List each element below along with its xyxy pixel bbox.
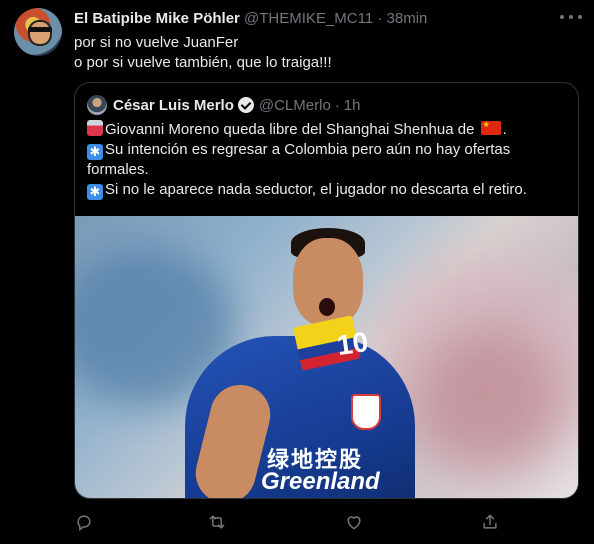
tweet-text-line: por si no vuelve JuanFer [74, 34, 239, 51]
display-name[interactable]: El Batipibe Mike Pöhler [74, 10, 240, 27]
quoted-line: formales. [87, 161, 149, 178]
separator: · [377, 10, 383, 27]
more-icon[interactable] [560, 10, 582, 24]
photo-background [415, 326, 565, 476]
club-crest [351, 394, 381, 430]
reply-icon[interactable] [74, 512, 94, 532]
china-flag-emoji-icon [480, 120, 501, 135]
avatar-glasses [28, 27, 52, 32]
quoted-separator: · [334, 96, 340, 114]
tweet-header: El Batipibe Mike Pöhler @THEMIKE_MC11 · … [74, 10, 427, 27]
quoted-line-period: . [502, 121, 507, 138]
tweet-text: por si no vuelve JuanFer o por si vuelve… [74, 33, 332, 73]
quoted-line: Giovanni Moreno queda libre del Shanghai… [87, 120, 567, 140]
shirt-sponsor-en: Greenland [261, 468, 380, 495]
quoted-text: Giovanni Moreno queda libre del Shanghai… [87, 120, 567, 200]
handle[interactable]: @THEMIKE_MC11 [244, 10, 373, 27]
siren-emoji-icon [87, 120, 103, 136]
tweet[interactable]: El Batipibe Mike Pöhler @THEMIKE_MC11 · … [0, 0, 594, 544]
quoted-line-text: Giovanni Moreno queda libre del Shanghai… [105, 121, 479, 138]
timestamp[interactable]: 38min [387, 10, 428, 27]
verified-badge-icon [237, 97, 254, 113]
quoted-line: ✱ Su intención es regresar a Colombia per… [87, 140, 567, 160]
quoted-avatar[interactable] [87, 95, 107, 115]
quoted-photo[interactable]: 10 绿地控股 Greenland [75, 216, 578, 498]
asterisk-emoji-icon: ✱ [87, 184, 103, 200]
quoted-line-text: Si no le aparece nada seductor, el jugad… [105, 181, 527, 198]
tweet-text-line: o por si vuelve también, que lo traiga!!… [74, 54, 332, 71]
player-mouth [319, 298, 335, 316]
quoted-header: César Luis Merlo @CLMerlo · 1h [87, 95, 360, 115]
tweet-actions [74, 512, 498, 532]
quoted-tweet[interactable]: César Luis Merlo @CLMerlo · 1h Giovanni … [74, 82, 579, 499]
quoted-handle[interactable]: @CLMerlo [259, 97, 331, 114]
quoted-display-name[interactable]: César Luis Merlo [113, 97, 234, 114]
quoted-line-text: Su intención es regresar a Colombia pero… [105, 141, 511, 158]
asterisk-emoji-icon: ✱ [87, 144, 103, 160]
quoted-line: ✱ Si no le aparece nada seductor, el juga… [87, 180, 567, 200]
shirt-number: 10 [334, 325, 371, 362]
quoted-timestamp[interactable]: 1h [344, 97, 361, 114]
retweet-icon[interactable] [207, 512, 227, 532]
avatar-face [28, 20, 52, 46]
like-icon[interactable] [344, 512, 364, 532]
avatar[interactable] [14, 8, 62, 56]
share-icon[interactable] [480, 512, 500, 532]
